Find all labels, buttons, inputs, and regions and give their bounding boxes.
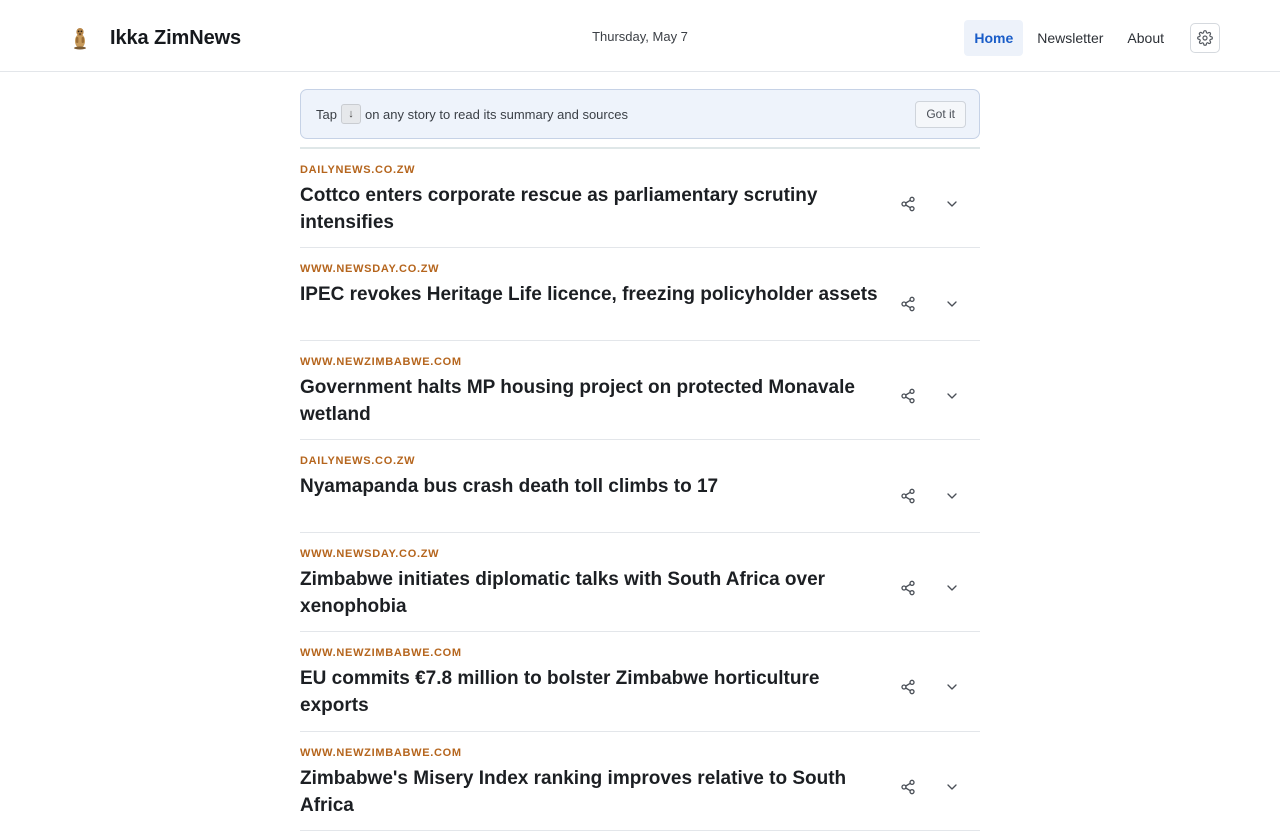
story-feed: Tap ↓ on any story to read its summary a… <box>300 89 980 831</box>
chevron-down-icon <box>947 393 957 399</box>
chevron-down-icon <box>947 493 957 499</box>
story-source[interactable]: DAILYNEWS.CO.ZW <box>300 164 980 177</box>
share-icon <box>901 679 915 695</box>
chevron-down-icon <box>947 684 957 690</box>
chevron-down-icon <box>947 585 957 591</box>
settings-button[interactable] <box>1190 23 1220 53</box>
share-button[interactable] <box>892 380 924 412</box>
expand-button[interactable] <box>936 572 968 604</box>
story-title[interactable]: Zimbabwe's Misery Index ranking improves… <box>300 765 885 819</box>
share-button[interactable] <box>892 771 924 803</box>
story-item[interactable]: WWW.NEWZIMBABWE.COM Zimbabwe's Misery In… <box>300 732 980 831</box>
nav-newsletter[interactable]: Newsletter <box>1027 20 1113 56</box>
expand-button[interactable] <box>936 380 968 412</box>
story-source[interactable]: WWW.NEWZIMBABWE.COM <box>300 747 980 760</box>
share-icon <box>901 388 915 404</box>
story-item[interactable]: DAILYNEWS.CO.ZW Nyamapanda bus crash dea… <box>300 440 980 533</box>
story-actions <box>880 572 968 604</box>
chevron-down-icon <box>947 301 957 307</box>
story-title[interactable]: Nyamapanda bus crash death toll climbs t… <box>300 473 885 500</box>
story-source[interactable]: WWW.NEWSDAY.CO.ZW <box>300 548 980 561</box>
expand-button[interactable] <box>936 188 968 220</box>
story-source[interactable]: WWW.NEWZIMBABWE.COM <box>300 647 980 660</box>
story-actions <box>880 188 968 220</box>
story-title[interactable]: Government halts MP housing project on p… <box>300 374 885 428</box>
main-nav: Home Newsletter About <box>960 20 1220 56</box>
story-item[interactable]: WWW.NEWSDAY.CO.ZW Zimbabwe initiates dip… <box>300 533 980 632</box>
expand-button[interactable] <box>936 480 968 512</box>
share-button[interactable] <box>892 288 924 320</box>
tip-text-before: Tap <box>316 106 337 122</box>
tip-text-after: on any story to read its summary and sou… <box>364 106 628 122</box>
gear-icon <box>1197 30 1213 46</box>
share-icon <box>901 779 915 795</box>
story-actions <box>880 380 968 412</box>
story-item[interactable]: WWW.NEWSDAY.CO.ZW IPEC revokes Heritage … <box>300 248 980 341</box>
story-source[interactable]: WWW.NEWSDAY.CO.ZW <box>300 263 980 276</box>
story-title[interactable]: IPEC revokes Heritage Life licence, free… <box>300 281 885 308</box>
story-source[interactable]: WWW.NEWZIMBABWE.COM <box>300 356 980 369</box>
story-actions <box>880 671 968 703</box>
story-actions <box>880 771 968 803</box>
story-actions <box>880 480 968 512</box>
down-arrow-key-icon: ↓ <box>340 104 361 124</box>
share-icon <box>901 580 915 596</box>
share-button[interactable] <box>892 572 924 604</box>
share-icon <box>901 196 915 212</box>
expand-button[interactable] <box>936 771 968 803</box>
nav-home[interactable]: Home <box>964 20 1024 56</box>
story-item[interactable]: DAILYNEWS.CO.ZW Cottco enters corporate … <box>300 149 980 248</box>
share-icon <box>901 296 915 312</box>
share-button[interactable] <box>892 671 924 703</box>
site-header: Ikka ZimNews Thursday, May 7 Home Newsle… <box>0 0 1280 72</box>
story-title[interactable]: Cottco enters corporate rescue as parlia… <box>300 182 885 236</box>
share-icon <box>901 488 915 504</box>
got-it-button[interactable]: Got it <box>915 101 966 128</box>
tip-banner: Tap ↓ on any story to read its summary a… <box>300 89 980 139</box>
expand-button[interactable] <box>936 671 968 703</box>
expand-button[interactable] <box>936 288 968 320</box>
story-item[interactable]: WWW.NEWZIMBABWE.COM EU commits €7.8 mill… <box>300 632 980 732</box>
share-button[interactable] <box>892 480 924 512</box>
nav-about[interactable]: About <box>1117 20 1174 56</box>
chevron-down-icon <box>947 784 957 790</box>
share-button[interactable] <box>892 188 924 220</box>
tip-text: Tap ↓ on any story to read its summary a… <box>316 104 628 124</box>
story-source[interactable]: DAILYNEWS.CO.ZW <box>300 455 980 468</box>
story-actions <box>880 288 968 320</box>
story-title[interactable]: Zimbabwe initiates diplomatic talks with… <box>300 566 885 620</box>
chevron-down-icon <box>947 201 957 207</box>
story-title[interactable]: EU commits €7.8 million to bolster Zimba… <box>300 665 885 719</box>
story-item[interactable]: WWW.NEWZIMBABWE.COM Government halts MP … <box>300 341 980 440</box>
